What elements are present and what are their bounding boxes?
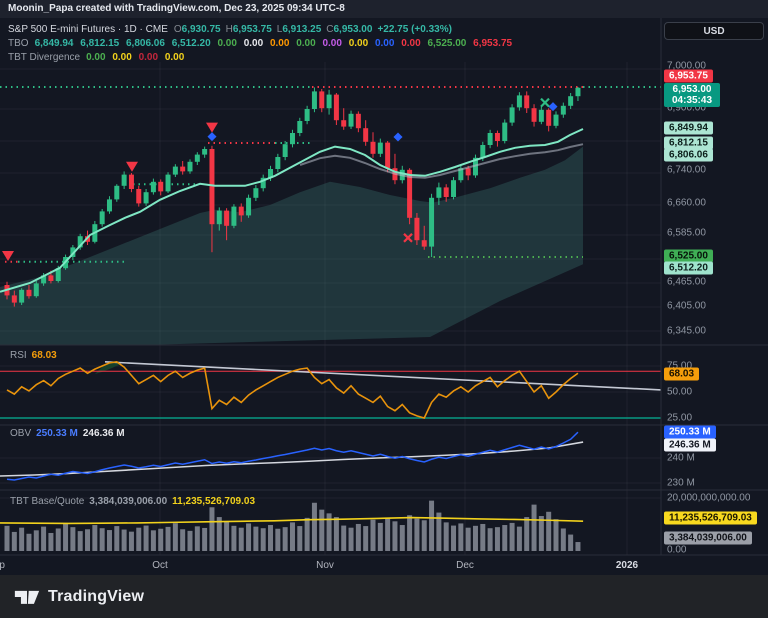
- tradingview-published-chart: Moonin_Papa created with TradingView.com…: [0, 0, 768, 618]
- tbt-divergence-value: 0.00: [112, 52, 131, 63]
- obv-pane[interactable]: [0, 432, 583, 480]
- tradingview-logo-text[interactable]: TradingView: [48, 588, 144, 606]
- time-label-2026: 2026: [616, 560, 638, 571]
- legend: S&P 500 E-mini Futures · 1D · CME O6,930.…: [8, 23, 516, 65]
- rsi-tick: 50.00: [667, 387, 692, 398]
- price-tick: 6,740.00: [667, 165, 706, 176]
- currency-toggle-button[interactable]: USD: [664, 22, 764, 40]
- tbt-divergence-value: 0.00: [86, 52, 105, 63]
- signal-diamond-icon: [393, 132, 402, 141]
- currency-label: USD: [703, 26, 724, 37]
- obv-value-badge: 246.36 M: [664, 439, 716, 452]
- tbt-divergence-value: 0.00: [165, 52, 184, 63]
- price-tick: 6,660.00: [667, 198, 706, 209]
- last-price: 6,953.00: [667, 84, 717, 95]
- ohlc-item: O6,930.75: [174, 24, 226, 35]
- legend-tbo-row[interactable]: TBO 6,849.94 6,812.15 6,806.06 6,512.20 0…: [8, 37, 516, 50]
- tbt-tick: 20,000,000,000.00: [667, 493, 750, 504]
- price-badge: 6,512.20: [664, 262, 713, 275]
- signal-diamond-icon: [207, 132, 216, 141]
- tbo-indicator-label: TBO: [8, 38, 29, 49]
- tbt-label[interactable]: TBT Base/Quote3,384,039,006.0011,235,526…: [10, 496, 255, 507]
- tbo-value: 6,849.94: [35, 38, 74, 49]
- signal-triangle-down-icon: [206, 123, 218, 133]
- bar-countdown: 04:35:43: [667, 95, 717, 106]
- rsi-label[interactable]: RSI68.03: [10, 350, 57, 361]
- obv-value-badge: 250.33 M: [664, 426, 716, 439]
- price-badge: 6,806.06: [664, 149, 713, 162]
- ohlc-values: O6,930.75H6,953.75L6,913.25C6,953.00+22.…: [174, 24, 452, 35]
- last-price-countdown-badge: 6,953.0004:35:43: [664, 83, 720, 107]
- price-tick: 6,345.00: [667, 326, 706, 337]
- time-label-Oct: Oct: [152, 560, 168, 571]
- tbt-divergence-value: 0.00: [139, 52, 158, 63]
- time-label-Dec: Dec: [456, 560, 474, 571]
- tbo-value: 0.00: [217, 38, 236, 49]
- tbo-value: 0.00: [270, 38, 289, 49]
- ohlc-item: L6,913.25: [277, 24, 327, 35]
- time-label-Nov: Nov: [316, 560, 334, 571]
- tbo-value: 6,953.75: [473, 38, 512, 49]
- ohlc-item: H6,953.75: [226, 24, 277, 35]
- price-badge: 6,849.94: [664, 122, 713, 135]
- price-pane[interactable]: [0, 87, 661, 349]
- tbo-values: 6,849.94 6,812.15 6,806.06 6,512.20 0.00…: [35, 38, 517, 49]
- rsi-value-badge: 68.03: [664, 368, 699, 381]
- tbo-value: 0.00: [244, 38, 263, 49]
- tbo-value: 0.00: [322, 38, 341, 49]
- price-tick: 6,585.00: [667, 228, 706, 239]
- tbo-value: 6,806.06: [126, 38, 165, 49]
- tbo-value: 6,512.20: [172, 38, 211, 49]
- tbt-pane[interactable]: [0, 501, 583, 551]
- change-value: +22.75 (+0.33%): [377, 24, 452, 35]
- price-badge: 6,953.75: [664, 70, 713, 83]
- chart-plot-area[interactable]: [0, 0, 768, 618]
- tbt-value-badge: 11,235,526,709.03: [664, 512, 757, 525]
- obv-label[interactable]: OBV250.33 M246.36 M: [10, 428, 125, 439]
- tbt-tick: 0.00: [667, 545, 686, 556]
- tbo-value: 0.00: [401, 38, 420, 49]
- price-tick: 6,465.00: [667, 277, 706, 288]
- time-label-Sep: Sep: [0, 560, 5, 571]
- rsi-tick: 25.00: [667, 413, 692, 424]
- obv-tick: 230 M: [667, 478, 695, 489]
- price-tick: 6,405.00: [667, 301, 706, 312]
- signal-triangle-down-icon: [126, 162, 138, 172]
- symbol-title: S&P 500 E-mini Futures · 1D · CME: [8, 24, 168, 35]
- footer-bar: TradingView: [0, 575, 768, 618]
- legend-symbol-row[interactable]: S&P 500 E-mini Futures · 1D · CME O6,930.…: [8, 23, 516, 36]
- legend-tbt-divergence-row[interactable]: TBT Divergence 0.00 0.00 0.00 0.00: [8, 51, 516, 64]
- signal-diamond-icon: [548, 102, 557, 111]
- rsi-pane[interactable]: [0, 361, 661, 418]
- obv-tick: 240 M: [667, 453, 695, 464]
- tradingview-logo-icon[interactable]: [14, 586, 40, 608]
- tbo-value: 0.00: [296, 38, 315, 49]
- tbt-value-badge: 3,384,039,006.00: [664, 532, 752, 545]
- tbt-divergence-label: TBT Divergence: [8, 52, 80, 63]
- tbo-value: 0.00: [375, 38, 394, 49]
- tbt-divergence-values: 0.00 0.00 0.00 0.00: [86, 52, 188, 63]
- tbo-value: 6,525.00: [427, 38, 466, 49]
- ohlc-item: C6,953.00: [326, 24, 377, 35]
- tbo-value: 6,812.15: [80, 38, 119, 49]
- tbo-value: 0.00: [349, 38, 368, 49]
